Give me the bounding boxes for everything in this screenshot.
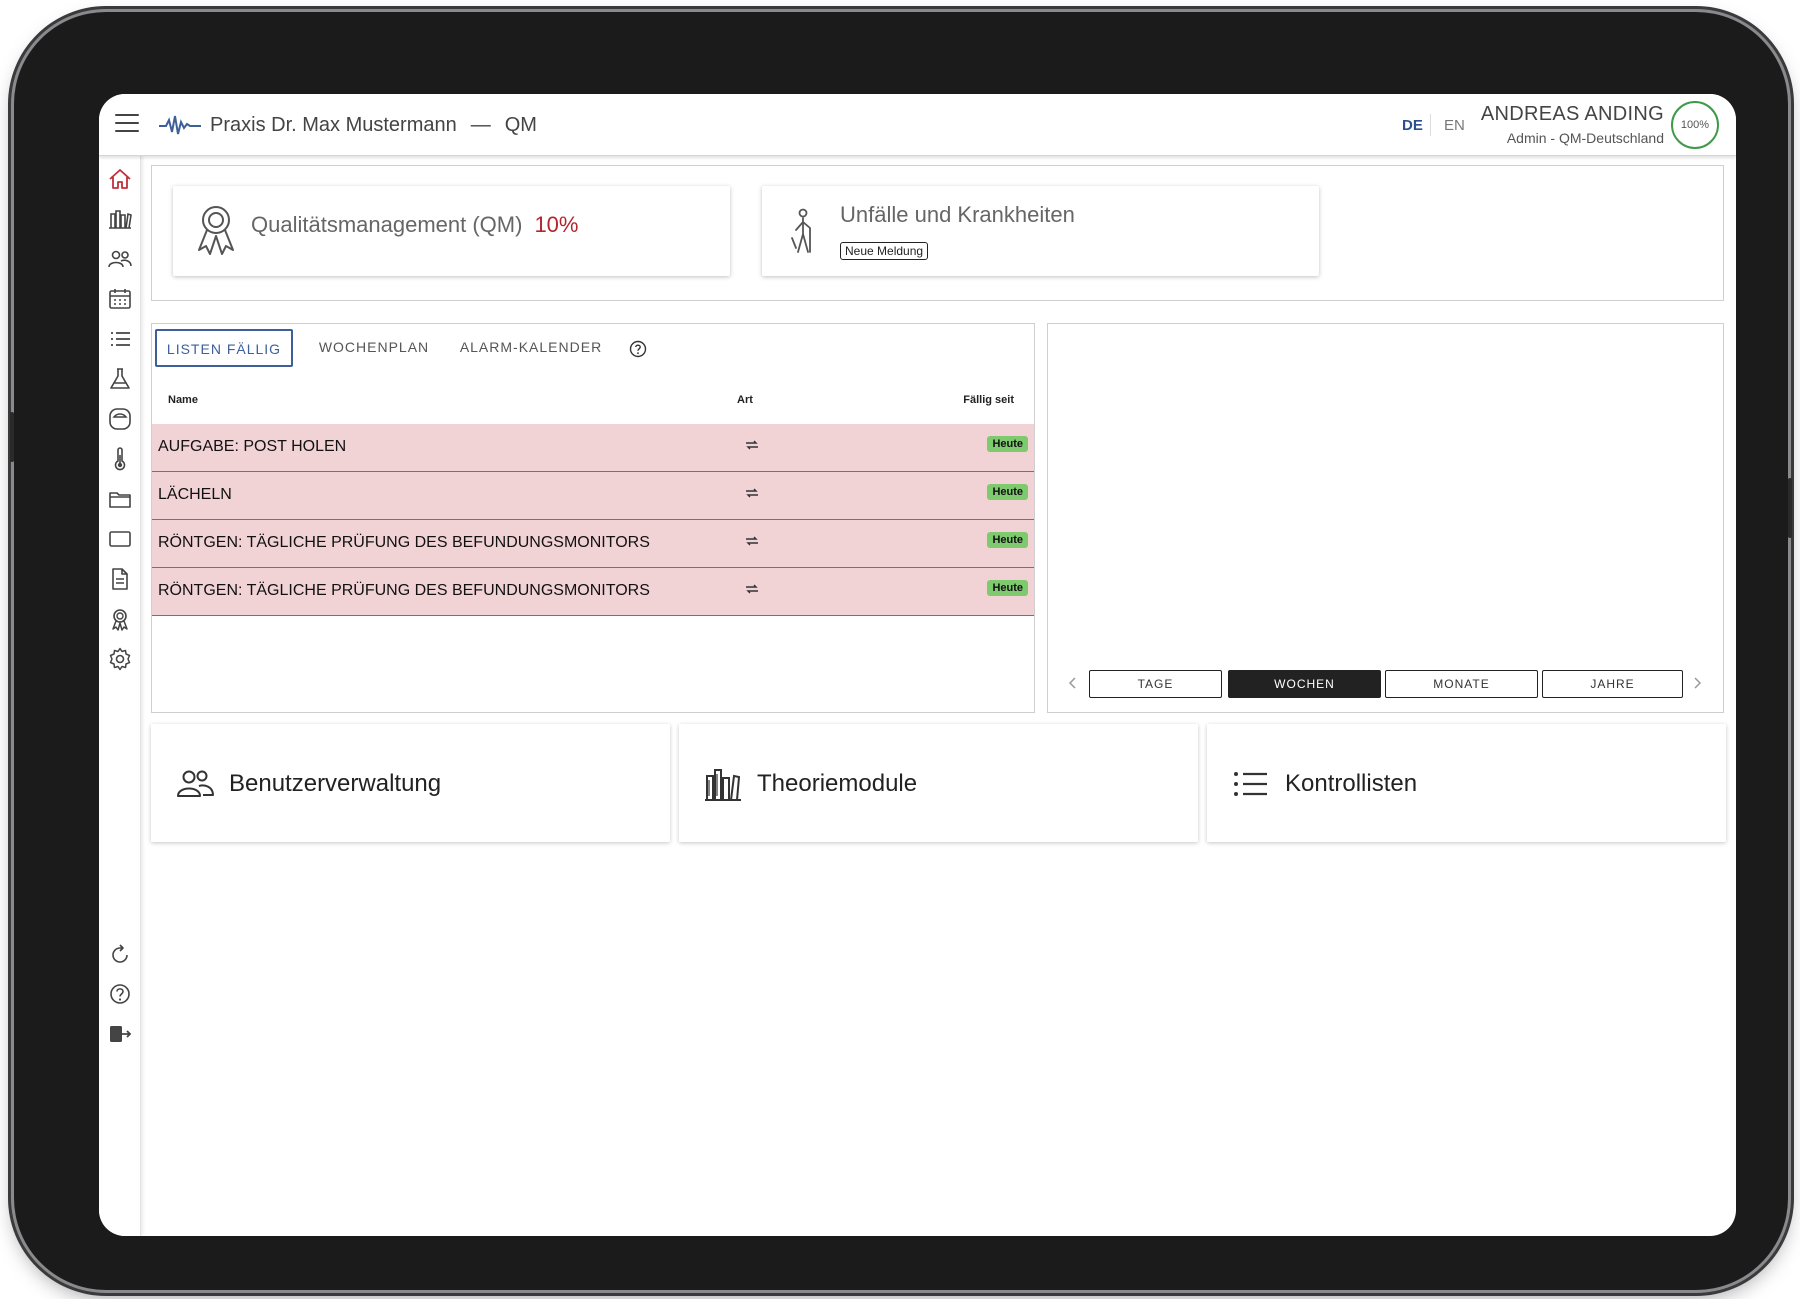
tile-label: Theoriemodule bbox=[757, 770, 918, 797]
repeat-icon bbox=[746, 584, 758, 594]
period-jahre-button[interactable]: JAHRE bbox=[1542, 670, 1683, 698]
menu-icon[interactable] bbox=[115, 114, 139, 134]
task-name: RÖNTGEN: TÄGLICHE PRÜFUNG DES BEFUNDUNGS… bbox=[158, 582, 650, 599]
period-wochen-button[interactable]: WOCHEN bbox=[1228, 670, 1381, 698]
tile-benutzerverwaltung[interactable]: Benutzerverwaltung bbox=[151, 724, 670, 842]
users-icon[interactable] bbox=[107, 246, 133, 272]
status-badge: Heute bbox=[987, 436, 1028, 452]
award-icon bbox=[198, 206, 234, 255]
period-tage-button[interactable]: TAGE bbox=[1089, 670, 1222, 698]
repeat-icon bbox=[746, 488, 758, 498]
settings-icon[interactable] bbox=[107, 646, 133, 672]
status-badge: Heute bbox=[987, 484, 1028, 500]
injured-person-icon bbox=[791, 208, 811, 253]
top-bar: Praxis Dr. Max Mustermann — QM DE EN ANDRE… bbox=[99, 94, 1736, 156]
pulse-logo-icon bbox=[159, 115, 201, 135]
document-icon[interactable] bbox=[107, 566, 133, 592]
flask-icon[interactable] bbox=[107, 366, 133, 392]
progress-label: 100% bbox=[1680, 119, 1710, 131]
status-badge: Heute bbox=[987, 532, 1028, 548]
task-name: LÄCHELN bbox=[158, 486, 232, 503]
qm-title: Qualitätsmanagement (QM) 10% bbox=[251, 212, 578, 238]
tablet-frame: Praxis Dr. Max Mustermann — QM DE EN ANDRE… bbox=[10, 12, 1792, 1290]
device-icon[interactable] bbox=[107, 406, 133, 432]
lang-de-button[interactable]: DE bbox=[1402, 117, 1423, 134]
help-icon[interactable] bbox=[107, 981, 133, 1007]
new-report-button[interactable]: Neue Meldung bbox=[840, 242, 929, 260]
qm-percent: 10% bbox=[534, 212, 579, 237]
library-icon bbox=[705, 769, 741, 801]
tile-theoriemodule[interactable]: Theoriemodule bbox=[679, 724, 1198, 842]
sidebar bbox=[99, 156, 141, 1236]
practice-name: Praxis Dr. Max Mustermann bbox=[210, 114, 457, 136]
tile-kontrollisten[interactable]: Kontrollisten bbox=[1207, 724, 1726, 842]
column-header-art: Art bbox=[737, 394, 753, 406]
repeat-icon bbox=[746, 536, 758, 546]
task-name: AUFGABE: POST HOLEN bbox=[158, 438, 347, 455]
accidents-title: Unfälle und Krankheiten bbox=[840, 202, 1075, 227]
tab-alarm-kalender[interactable]: ALARM-KALENDER bbox=[456, 329, 606, 367]
task-name: RÖNTGEN: TÄGLICHE PRÜFUNG DES BEFUNDUNGS… bbox=[158, 534, 650, 551]
app-screen: Praxis Dr. Max Mustermann — QM DE EN ANDRE… bbox=[99, 94, 1736, 1236]
overview-panel: Qualitätsmanagement (QM) 10% Unfälle und … bbox=[151, 165, 1724, 301]
users-icon bbox=[177, 770, 214, 797]
table-row[interactable]: RÖNTGEN: TÄGLICHE PRÜFUNG DES BEFUNDUNGS… bbox=[152, 568, 1034, 616]
list-icon[interactable] bbox=[107, 326, 133, 352]
rectangle-icon[interactable] bbox=[107, 526, 133, 552]
status-badge: Heute bbox=[987, 580, 1028, 596]
help-icon[interactable] bbox=[629, 340, 647, 358]
module-name: QM bbox=[504, 114, 537, 136]
list-icon bbox=[1234, 772, 1267, 796]
side-button bbox=[10, 412, 14, 462]
chevron-right-icon[interactable] bbox=[1689, 675, 1705, 691]
table-row[interactable]: AUFGABE: POST HOLEN Heute bbox=[152, 424, 1034, 472]
accidents-card[interactable]: Unfälle und Krankheiten Neue Meldung bbox=[762, 186, 1319, 276]
qm-card[interactable]: Qualitätsmanagement (QM) 10% bbox=[173, 186, 730, 276]
table-row[interactable]: RÖNTGEN: TÄGLICHE PRÜFUNG DES BEFUNDUNGS… bbox=[152, 520, 1034, 568]
home-icon[interactable] bbox=[107, 166, 133, 192]
practice-title: Praxis Dr. Max Mustermann — QM bbox=[210, 114, 537, 137]
folder-icon[interactable] bbox=[107, 486, 133, 512]
tile-label: Benutzerverwaltung bbox=[229, 770, 442, 797]
tile-label: Kontrollisten bbox=[1285, 770, 1418, 797]
calendar-icon[interactable] bbox=[107, 286, 133, 312]
table-row[interactable]: LÄCHELN Heute bbox=[152, 472, 1034, 520]
qm-label: Qualitätsmanagement (QM) bbox=[251, 212, 523, 237]
column-header-faellig: Fällig seit bbox=[963, 394, 1014, 406]
lang-en-button[interactable]: EN bbox=[1444, 117, 1465, 134]
award-icon[interactable] bbox=[107, 606, 133, 632]
tab-wochenplan[interactable]: WOCHENPLAN bbox=[312, 329, 436, 367]
lang-divider bbox=[1430, 114, 1431, 136]
repeat-icon bbox=[746, 440, 758, 450]
chevron-left-icon[interactable] bbox=[1065, 675, 1081, 691]
chart-panel: TAGE WOCHEN MONATE JAHRE bbox=[1047, 323, 1724, 713]
task-panel: LISTEN FÄLLIG WOCHENPLAN ALARM-KALENDER … bbox=[151, 323, 1035, 713]
progress-ring: 100% bbox=[1670, 100, 1720, 150]
logout-icon[interactable] bbox=[107, 1021, 133, 1047]
thermometer-icon[interactable] bbox=[107, 446, 133, 472]
column-header-name: Name bbox=[168, 394, 198, 406]
library-icon[interactable] bbox=[107, 206, 133, 232]
user-name[interactable]: ANDREAS ANDING bbox=[1481, 103, 1664, 126]
user-role: Admin - QM-Deutschland bbox=[1506, 130, 1664, 146]
title-separator: — bbox=[470, 114, 491, 136]
tab-listen-faellig[interactable]: LISTEN FÄLLIG bbox=[155, 329, 293, 367]
side-button bbox=[1788, 478, 1792, 538]
period-monate-button[interactable]: MONATE bbox=[1385, 670, 1538, 698]
refresh-icon[interactable] bbox=[107, 941, 133, 967]
